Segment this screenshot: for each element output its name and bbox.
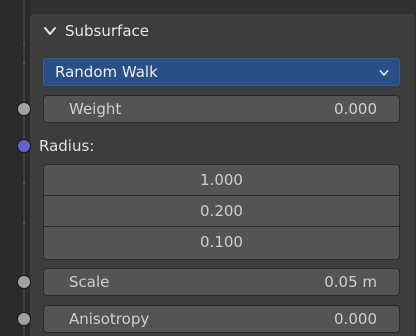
anisotropy-label: Anisotropy [69, 310, 150, 328]
chevron-down-icon [379, 70, 389, 76]
gutter-dot [23, 42, 25, 44]
radius-y-field[interactable]: 0.200 [44, 196, 399, 227]
radius-z-field[interactable]: 0.100 [44, 227, 399, 259]
radius-x-field[interactable]: 1.000 [44, 165, 399, 196]
radius-label: Radius: [39, 137, 95, 155]
gutter-dot [23, 62, 25, 64]
subsurface-method-dropdown[interactable]: Random Walk [43, 58, 400, 86]
scale-field[interactable]: Scale 0.05 m [43, 268, 400, 296]
dropdown-value: Random Walk [55, 63, 158, 81]
scale-label: Scale [69, 273, 110, 291]
weight-field[interactable]: Weight 0.000 [43, 95, 400, 123]
subsurface-panel: Subsurface Random Walk Weight 0.000 Radi… [0, 0, 416, 336]
anisotropy-socket[interactable] [17, 312, 31, 326]
radius-socket[interactable] [17, 139, 31, 153]
panel-header[interactable]: Subsurface [30, 14, 414, 48]
anisotropy-value: 0.000 [334, 310, 377, 328]
radius-vector-field: 1.000 0.200 0.100 [43, 164, 400, 260]
scale-value: 0.05 m [324, 273, 377, 291]
anisotropy-field[interactable]: Anisotropy 0.000 [43, 305, 400, 333]
chevron-down-icon[interactable] [43, 24, 57, 38]
weight-label: Weight [69, 100, 122, 118]
panel-title: Subsurface [65, 22, 149, 40]
scale-socket[interactable] [17, 275, 31, 289]
weight-socket[interactable] [17, 102, 31, 116]
gutter-dot [23, 222, 25, 224]
gutter-dot [23, 182, 25, 184]
weight-value: 0.000 [334, 100, 377, 118]
